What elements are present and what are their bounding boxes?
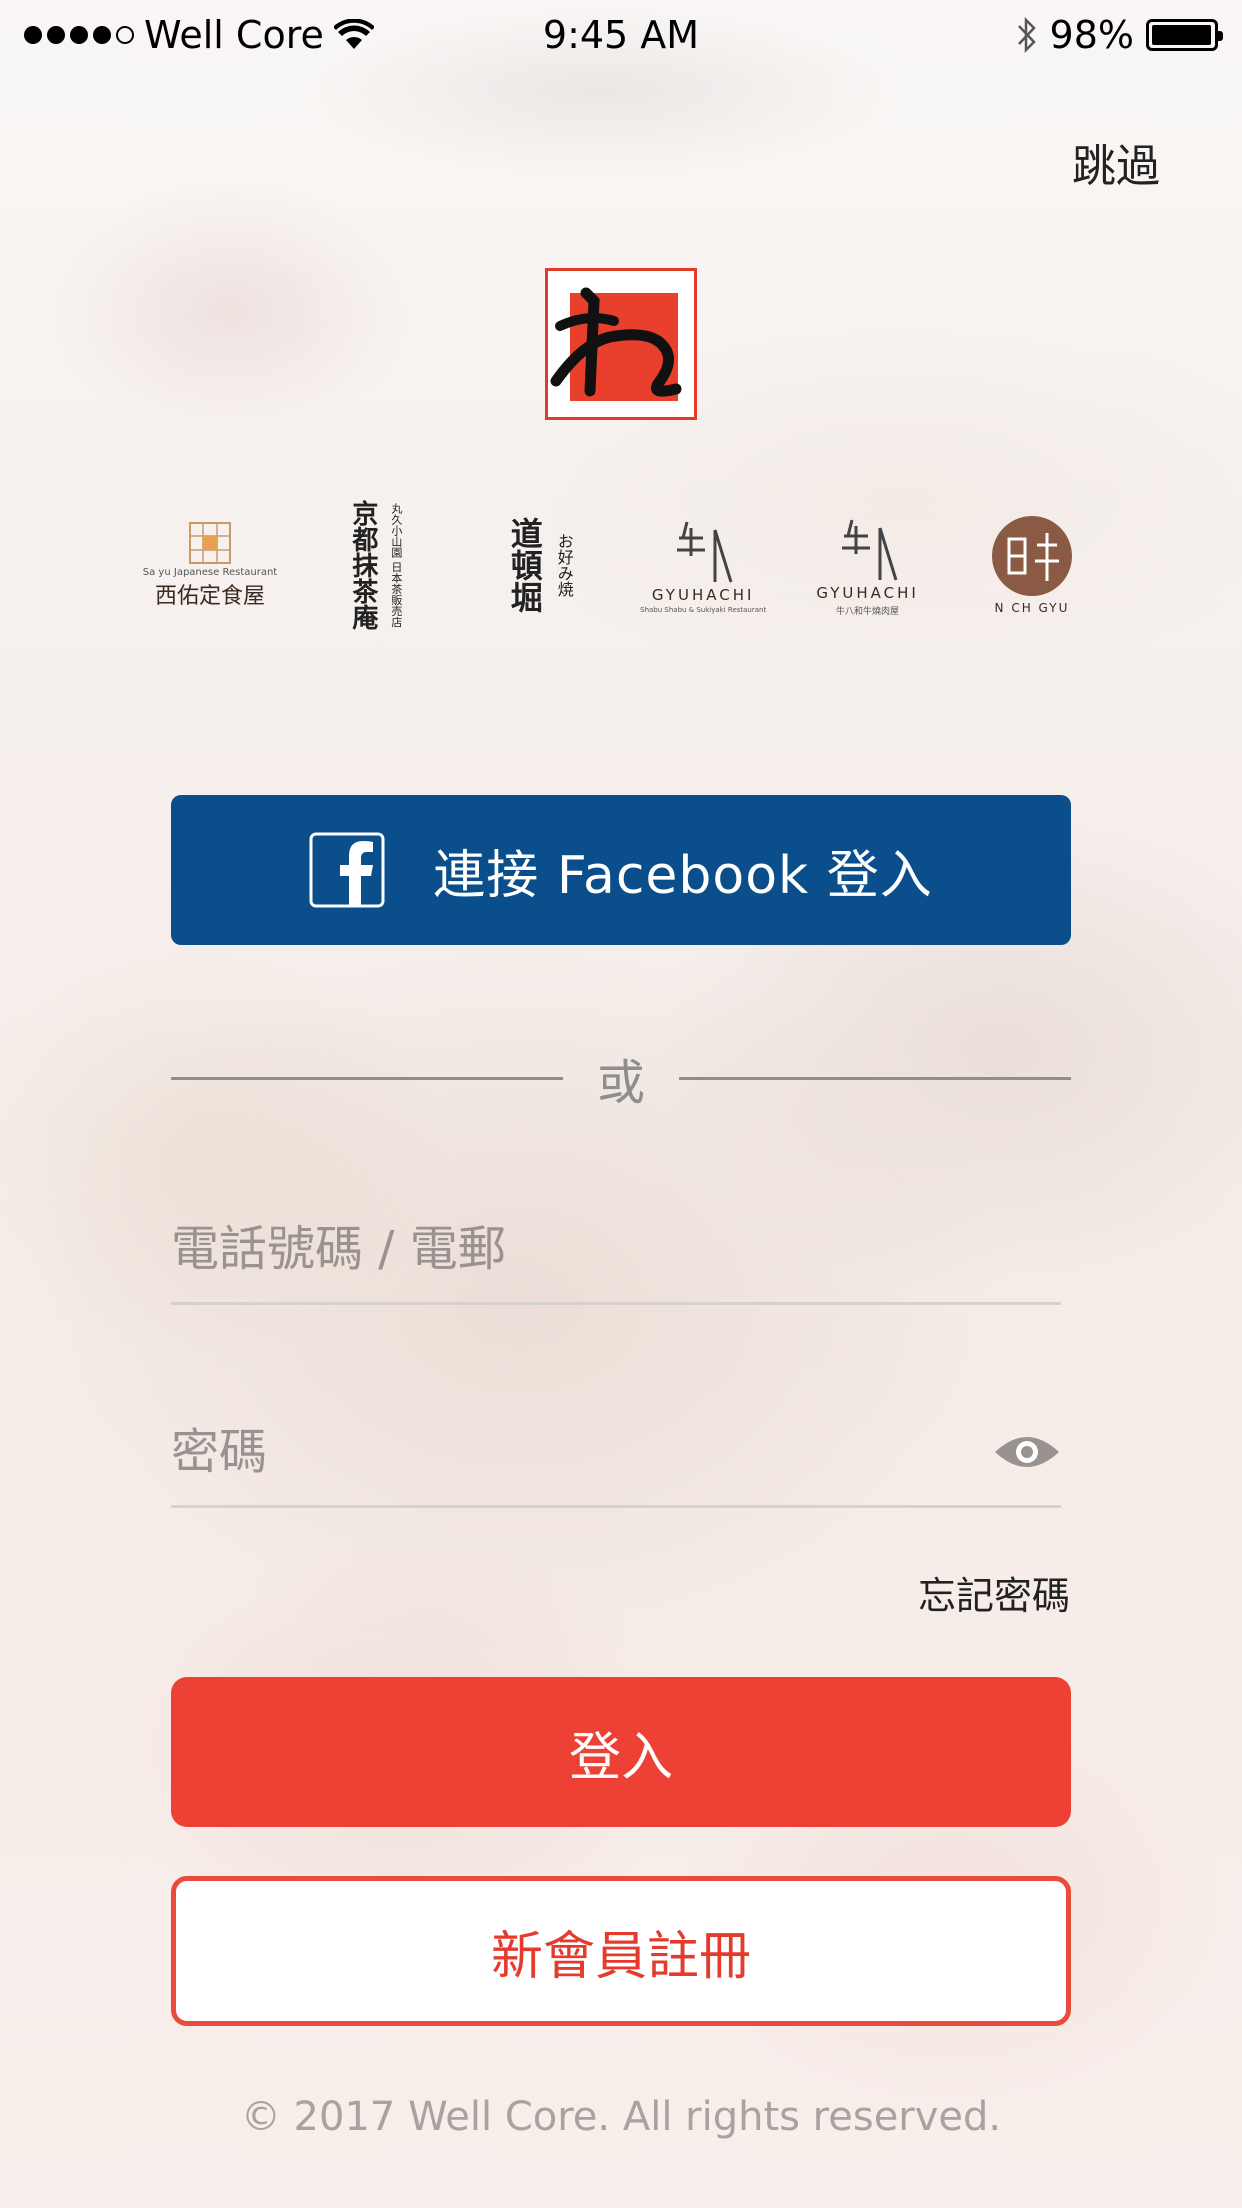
gyuhachi-logo-icon <box>677 521 733 583</box>
copyright-text: © 2017 Well Core. All rights reserved. <box>240 2094 1002 2140</box>
brand-sub: Shabu Shabu & Sukiyaki Restaurant <box>640 606 767 614</box>
brand-name: 道頓堀 <box>505 517 544 613</box>
sayu-logo-icon <box>189 521 231 564</box>
brand-name: GYUHACHI <box>816 583 919 602</box>
brand-nichigyu: N CH GYU <box>962 495 1102 635</box>
brand-gyuhachi-shabu: GYUHACHI Shabu Shabu & Sukiyaki Restaura… <box>633 495 773 635</box>
divider-line <box>171 1076 563 1080</box>
register-button[interactable]: 新會員註冊 <box>171 1876 1071 2026</box>
status-bar: Well Core 9:45 AM 98% <box>0 0 1242 70</box>
bluetooth-icon <box>1017 16 1036 54</box>
phone-email-input[interactable] <box>171 1220 1061 1277</box>
facebook-login-label: 連接 Facebook 登入 <box>433 845 933 906</box>
divider-line <box>679 1076 1072 1080</box>
brand-logos: Sa yu Japanese Restaurant 西佑定食屋 京都抹茶庵 丸久… <box>140 495 1102 635</box>
login-button[interactable]: 登入 <box>171 1677 1071 1827</box>
brand-name: 西佑定食屋 <box>154 583 265 609</box>
battery-icon <box>1146 19 1223 51</box>
brand-dotonbori: 道頓堀 お好み焼 <box>469 495 609 635</box>
register-label: 新會員註冊 <box>490 1926 751 1987</box>
phone-email-field <box>171 1195 1061 1305</box>
brand-sub: お好み焼 <box>554 533 574 597</box>
forgot-password-link[interactable]: 忘記密碼 <box>918 1565 1070 1620</box>
battery-fill <box>1152 25 1211 45</box>
brand-name: N CH GYU <box>994 601 1070 615</box>
or-divider: 或 <box>171 1040 1072 1116</box>
main-logo <box>545 268 697 420</box>
facebook-login-button[interactable]: 連接 Facebook 登入 <box>171 795 1071 945</box>
or-label: 或 <box>597 1055 646 1111</box>
brand-gyuhachi-yakiniku: GYUHACHI 牛八和牛燒肉屋 <box>798 495 938 635</box>
login-label: 登入 <box>568 1727 673 1788</box>
wifi-icon <box>333 19 374 49</box>
brand-matcha: 京都抹茶庵 丸久小山園 日本茶販売店 <box>304 495 444 635</box>
carrier-label: Well Core <box>144 13 324 57</box>
brand-name: GYUHACHI <box>651 586 755 604</box>
skip-button[interactable]: 跳過 <box>1072 130 1160 194</box>
password-field <box>171 1398 1061 1508</box>
brand-sub: 丸久小山園 日本茶販売店 <box>389 502 403 628</box>
password-input[interactable] <box>171 1423 993 1480</box>
brand-sub: 牛八和牛燒肉屋 <box>836 606 900 617</box>
brand-sub: Sa yu Japanese Restaurant <box>142 566 278 578</box>
eye-icon[interactable] <box>993 1432 1061 1472</box>
signal-icon <box>24 26 134 44</box>
nichigyu-logo-icon <box>991 516 1072 596</box>
battery-percent: 98% <box>1049 13 1134 57</box>
brand-name: 京都抹茶庵 <box>347 500 378 630</box>
status-right: 98% <box>1016 13 1223 57</box>
brand-sayu: Sa yu Japanese Restaurant 西佑定食屋 <box>140 495 280 635</box>
status-left: Well Core <box>24 13 374 57</box>
gyuhachi-logo-icon <box>841 519 897 580</box>
facebook-icon <box>309 832 385 908</box>
